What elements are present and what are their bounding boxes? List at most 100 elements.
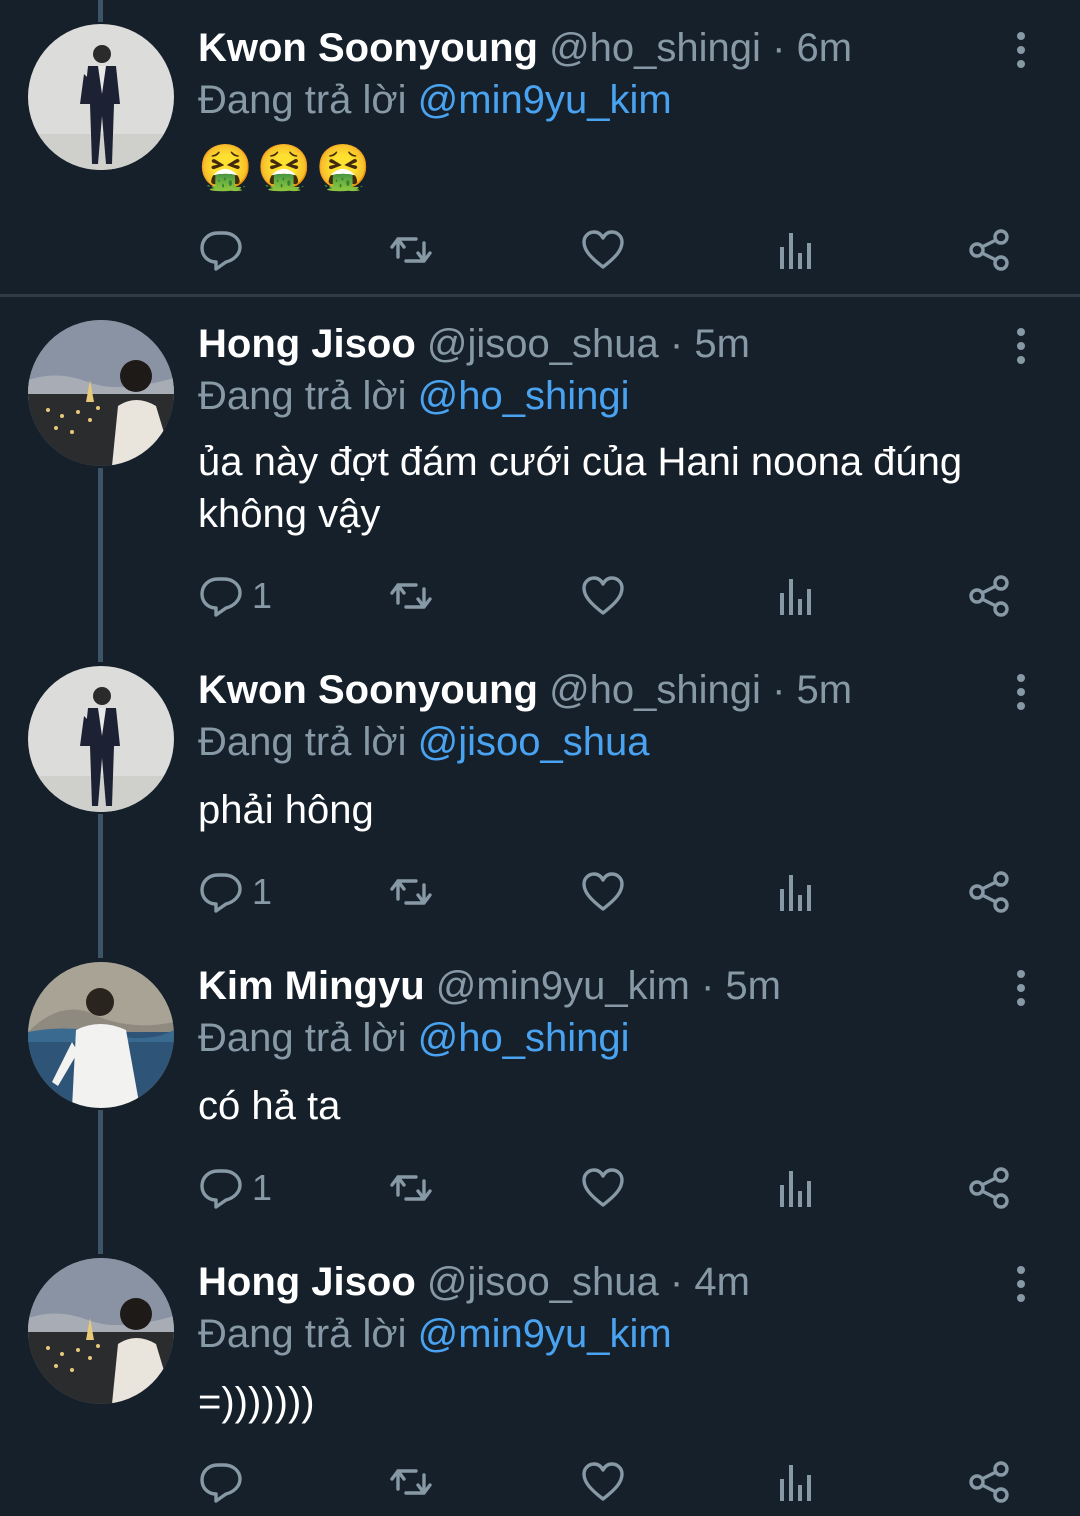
- more-vertical-icon[interactable]: [1008, 1264, 1034, 1304]
- tweet-actions: 1: [0, 1158, 1080, 1218]
- avatar[interactable]: [28, 962, 174, 1108]
- mention-link[interactable]: @ho_shingi: [418, 1016, 630, 1060]
- share-icon: [969, 575, 1009, 617]
- replying-label: Đang trả lời: [198, 720, 407, 764]
- analytics-icon: [780, 1171, 811, 1207]
- tweet-header: Kim Mingyu @min9yu_kim · 5m: [198, 960, 781, 1012]
- separator-dot: ·: [772, 26, 786, 70]
- tweet-text: 🤮🤮🤮: [198, 143, 375, 192]
- like-button[interactable]: [580, 1158, 626, 1218]
- reply-icon: [200, 873, 242, 913]
- reply-count: 1: [252, 575, 273, 616]
- timestamp[interactable]: 5m: [725, 964, 781, 1008]
- replying-to: Đang trả lời @min9yu_kim: [198, 74, 672, 126]
- user-handle[interactable]: @jisoo_shua: [427, 1260, 659, 1304]
- share-button[interactable]: [966, 220, 1012, 280]
- avatar-kim-mingyu-image: [28, 962, 174, 1108]
- reply-icon: [200, 577, 242, 617]
- tweet[interactable]: Hong Jisoo @jisoo_shua · 4m Đang trả lời…: [0, 1234, 1080, 1516]
- retweet-button[interactable]: [388, 566, 434, 626]
- timestamp[interactable]: 4m: [694, 1260, 750, 1304]
- analytics-button[interactable]: [772, 862, 818, 922]
- share-icon: [969, 229, 1009, 271]
- timestamp[interactable]: 5m: [797, 668, 853, 712]
- retweet-button[interactable]: [388, 1158, 434, 1218]
- avatar[interactable]: [28, 666, 174, 812]
- user-handle[interactable]: @ho_shingi: [549, 668, 761, 712]
- like-button[interactable]: [580, 1452, 626, 1512]
- user-handle[interactable]: @ho_shingi: [549, 26, 761, 70]
- reply-icon: [200, 1169, 242, 1209]
- reply-button[interactable]: 1: [198, 566, 272, 626]
- analytics-icon: [780, 875, 811, 911]
- timestamp[interactable]: 6m: [797, 26, 853, 70]
- share-button[interactable]: [966, 1158, 1012, 1218]
- reply-button[interactable]: [198, 1452, 252, 1512]
- user-handle[interactable]: @min9yu_kim: [436, 964, 690, 1008]
- tweet[interactable]: Hong Jisoo @jisoo_shua · 5m Đang trả lời…: [0, 296, 1080, 642]
- analytics-icon: [780, 1465, 811, 1501]
- share-button[interactable]: [966, 566, 1012, 626]
- replying-label: Đang trả lời: [198, 1016, 407, 1060]
- analytics-button[interactable]: [772, 1158, 818, 1218]
- share-icon: [969, 1461, 1009, 1503]
- heart-icon: [582, 576, 624, 615]
- share-button[interactable]: [966, 862, 1012, 922]
- more-vertical-icon[interactable]: [1008, 326, 1034, 366]
- reply-button[interactable]: 1: [198, 862, 272, 922]
- like-button[interactable]: [580, 566, 626, 626]
- tweet-text: ủa này đợt đám cưới của Hani noona đúng …: [198, 440, 963, 536]
- timestamp[interactable]: 5m: [694, 322, 750, 366]
- analytics-button[interactable]: [772, 220, 818, 280]
- avatar-kwon-soonyoung-image: [28, 666, 174, 812]
- more-vertical-icon[interactable]: [1008, 672, 1034, 712]
- display-name[interactable]: Kwon Soonyoung: [198, 26, 538, 70]
- avatar-kwon-soonyoung-image: [28, 24, 174, 170]
- analytics-button[interactable]: [772, 1452, 818, 1512]
- retweet-button[interactable]: [388, 1452, 434, 1512]
- display-name[interactable]: Hong Jisoo: [198, 322, 416, 366]
- reply-button[interactable]: [198, 220, 252, 280]
- retweet-button[interactable]: [388, 862, 434, 922]
- like-button[interactable]: [580, 862, 626, 922]
- share-button[interactable]: [966, 1452, 1012, 1512]
- retweet-button[interactable]: [388, 220, 434, 280]
- tweet-actions: 1: [0, 566, 1080, 626]
- tweet[interactable]: Kwon Soonyoung @ho_shingi · 5m Đang trả …: [0, 642, 1080, 938]
- analytics-icon: [780, 233, 811, 269]
- mention-link[interactable]: @jisoo_shua: [418, 720, 650, 764]
- replying-to: Đang trả lời @min9yu_kim: [198, 1308, 672, 1360]
- mention-link[interactable]: @min9yu_kim: [418, 1312, 672, 1356]
- tweet-actions: [0, 220, 1080, 280]
- display-name[interactable]: Hong Jisoo: [198, 1260, 416, 1304]
- like-button[interactable]: [580, 220, 626, 280]
- separator-dot: ·: [772, 668, 786, 712]
- reply-button[interactable]: 1: [198, 1158, 272, 1218]
- avatar-hong-jisoo-image: [28, 320, 174, 466]
- replying-to: Đang trả lời @jisoo_shua: [198, 716, 650, 768]
- analytics-button[interactable]: [772, 566, 818, 626]
- replying-label: Đang trả lời: [198, 1312, 407, 1356]
- avatar[interactable]: [28, 320, 174, 466]
- more-vertical-icon[interactable]: [1008, 968, 1034, 1008]
- reply-icon: [200, 1463, 242, 1503]
- more-vertical-icon[interactable]: [1008, 30, 1034, 70]
- user-handle[interactable]: @jisoo_shua: [427, 322, 659, 366]
- tweet-header: Hong Jisoo @jisoo_shua · 4m: [198, 1256, 750, 1308]
- tweet-text: có hả ta: [198, 1084, 341, 1128]
- mention-link[interactable]: @ho_shingi: [418, 374, 630, 418]
- tweet[interactable]: Kwon Soonyoung @ho_shingi · 6m Đang trả …: [0, 0, 1080, 296]
- avatar-hong-jisoo-image: [28, 1258, 174, 1404]
- heart-icon: [582, 230, 624, 269]
- reply-icon: [200, 231, 242, 271]
- tweet[interactable]: Kim Mingyu @min9yu_kim · 5m Đang trả lời…: [0, 938, 1080, 1234]
- avatar[interactable]: [28, 24, 174, 170]
- separator-dot: ·: [669, 322, 684, 366]
- mention-link[interactable]: @min9yu_kim: [418, 78, 672, 122]
- display-name[interactable]: Kim Mingyu: [198, 964, 425, 1008]
- display-name[interactable]: Kwon Soonyoung: [198, 668, 538, 712]
- share-icon: [969, 1167, 1009, 1209]
- tweet-feed: Kwon Soonyoung @ho_shingi · 6m Đang trả …: [0, 0, 1080, 1516]
- tweet-actions: [0, 1452, 1080, 1512]
- avatar[interactable]: [28, 1258, 174, 1404]
